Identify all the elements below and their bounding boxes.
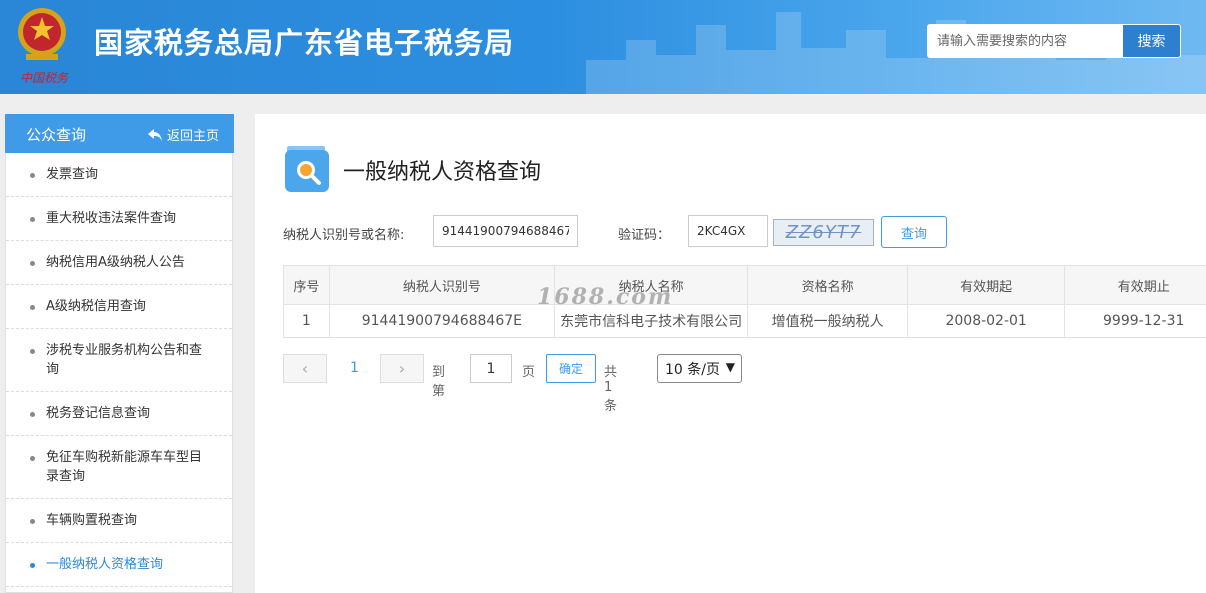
sidebar-item-label: A级纳税信用查询 [46, 299, 146, 314]
taxpayer-id-label: 纳税人识别号或名称: [283, 228, 405, 243]
bullet-icon [30, 305, 35, 310]
sidebar-item-label: 重大税收违法案件查询 [46, 211, 177, 226]
captcha-input[interactable] [688, 215, 768, 247]
page-title: 一般纳税人资格查询 [343, 160, 542, 185]
cell-valid-to: 9999-12-31 [1064, 304, 1206, 338]
page-size-select[interactable]: 10 条/页 ▼ [657, 354, 742, 383]
captcha-image[interactable]: ZZ6YT7 [773, 219, 874, 246]
search-button[interactable]: 搜索 [1122, 24, 1181, 58]
bullet-icon [30, 563, 35, 568]
bullet-icon [30, 217, 35, 222]
cell-qualification: 增值税一般纳税人 [747, 304, 908, 338]
sidebar-header: 公众查询 返回主页 [5, 114, 234, 153]
table-header-row: 序号 纳税人识别号 纳税人名称 资格名称 有效期起 有效期止 [283, 265, 1206, 305]
sidebar-menu: 发票查询 重大税收违法案件查询 纳税信用A级纳税人公告 A级纳税信用查询 涉税专… [6, 153, 232, 587]
query-button[interactable]: 查询 [881, 216, 947, 248]
table-row: 1 91441900794688467E 东莞市信科电子技术有限公司 增值税一般… [283, 304, 1206, 338]
bullet-icon [30, 173, 35, 178]
sidebar-item-label: 车辆购置税查询 [46, 513, 138, 528]
site-header: 中国税务 国家税务总局广东省电子税务局 搜索 [0, 0, 1206, 94]
sidebar-item-label: 税务登记信息查询 [46, 406, 151, 421]
sidebar-item-vehicle-tax-query[interactable]: 车辆购置税查询 [6, 499, 232, 543]
page-unit-label: 页 [522, 365, 536, 380]
sidebar-item-label: 纳税信用A级纳税人公告 [46, 255, 185, 270]
bullet-icon [30, 456, 35, 461]
back-home-label: 返回主页 [166, 129, 219, 144]
goto-label: 到第 [432, 365, 446, 399]
chevron-right-icon: › [398, 359, 406, 378]
sidebar-item-major-violation-query[interactable]: 重大税收违法案件查询 [6, 197, 232, 241]
bullet-icon [30, 261, 35, 266]
col-header-valid-from: 有效期起 [906, 265, 1066, 305]
sidebar-item-a-level-announcement[interactable]: 纳税信用A级纳税人公告 [6, 241, 232, 285]
back-home-link[interactable]: 返回主页 [147, 125, 219, 144]
bullet-icon [30, 349, 35, 354]
col-header-valid-to: 有效期止 [1064, 265, 1206, 305]
captcha-image-text: ZZ6YT7 [785, 222, 862, 243]
bullet-icon [30, 519, 35, 524]
search-input[interactable] [927, 24, 1123, 58]
page-jump-confirm-button[interactable]: 确定 [546, 354, 596, 383]
col-header-index: 序号 [283, 265, 330, 305]
sidebar-item-tax-registration-query[interactable]: 税务登记信息查询 [6, 392, 232, 436]
emblem-caption: 中国税务 [20, 71, 69, 85]
sidebar-title: 公众查询 [26, 126, 87, 144]
cell-index: 1 [283, 304, 330, 338]
chevron-down-icon: ▼ [725, 360, 735, 374]
result-table: 序号 纳税人识别号 纳税人名称 资格名称 有效期起 有效期止 1 9144190… [283, 265, 1206, 338]
cell-valid-from: 2008-02-01 [906, 304, 1066, 338]
page-jump-input[interactable] [470, 354, 512, 383]
sidebar-item-invoice-query[interactable]: 发票查询 [6, 153, 232, 197]
sidebar-item-label: 发票查询 [46, 167, 99, 182]
total-count: 共 1 条 [604, 365, 618, 414]
site-title: 国家税务总局广东省电子税务局 [94, 26, 515, 60]
watermark: 1688.com [537, 284, 674, 310]
sidebar-item-ev-catalog-query[interactable]: 免征车购税新能源车车型目录查询 [6, 436, 232, 499]
prev-page-button[interactable]: ‹ [283, 354, 327, 383]
sidebar-item-general-taxpayer-query[interactable]: 一般纳税人资格查询 [6, 543, 232, 587]
col-header-qualification: 资格名称 [747, 265, 908, 305]
captcha-label: 验证码： [618, 228, 671, 243]
main-content: 一般纳税人资格查询 纳税人识别号或名称: 验证码： ZZ6YT7 查询 序号 纳… [255, 114, 1206, 593]
cell-taxpayer-id: 91441900794688467E [328, 304, 556, 338]
sidebar-item-label: 免征车购税新能源车车型目录查询 [46, 450, 203, 484]
tax-emblem-logo[interactable]: 中国税务 [12, 4, 76, 88]
page-size-value: 10 条/页 [665, 361, 720, 378]
sidebar-item-tax-service-agency[interactable]: 涉税专业服务机构公告和查询 [6, 329, 232, 392]
sidebar-item-label: 涉税专业服务机构公告和查询 [46, 343, 203, 377]
sidebar-item-label: 一般纳税人资格查询 [46, 557, 164, 572]
sidebar-item-a-level-credit-query[interactable]: A级纳税信用查询 [6, 285, 232, 329]
taxpayer-id-input[interactable] [433, 215, 578, 247]
next-page-button[interactable]: › [380, 354, 424, 383]
sidebar: 公众查询 返回主页 发票查询 重大税收违法案件查询 纳税信用A级纳税人公告 A级… [5, 114, 234, 593]
page-number-current[interactable]: 1 [350, 360, 359, 376]
chevron-left-icon: ‹ [301, 359, 309, 378]
back-arrow-icon [147, 128, 162, 141]
search-document-icon [285, 146, 329, 192]
col-header-taxpayer-id: 纳税人识别号 [328, 265, 556, 305]
bullet-icon [30, 412, 35, 417]
